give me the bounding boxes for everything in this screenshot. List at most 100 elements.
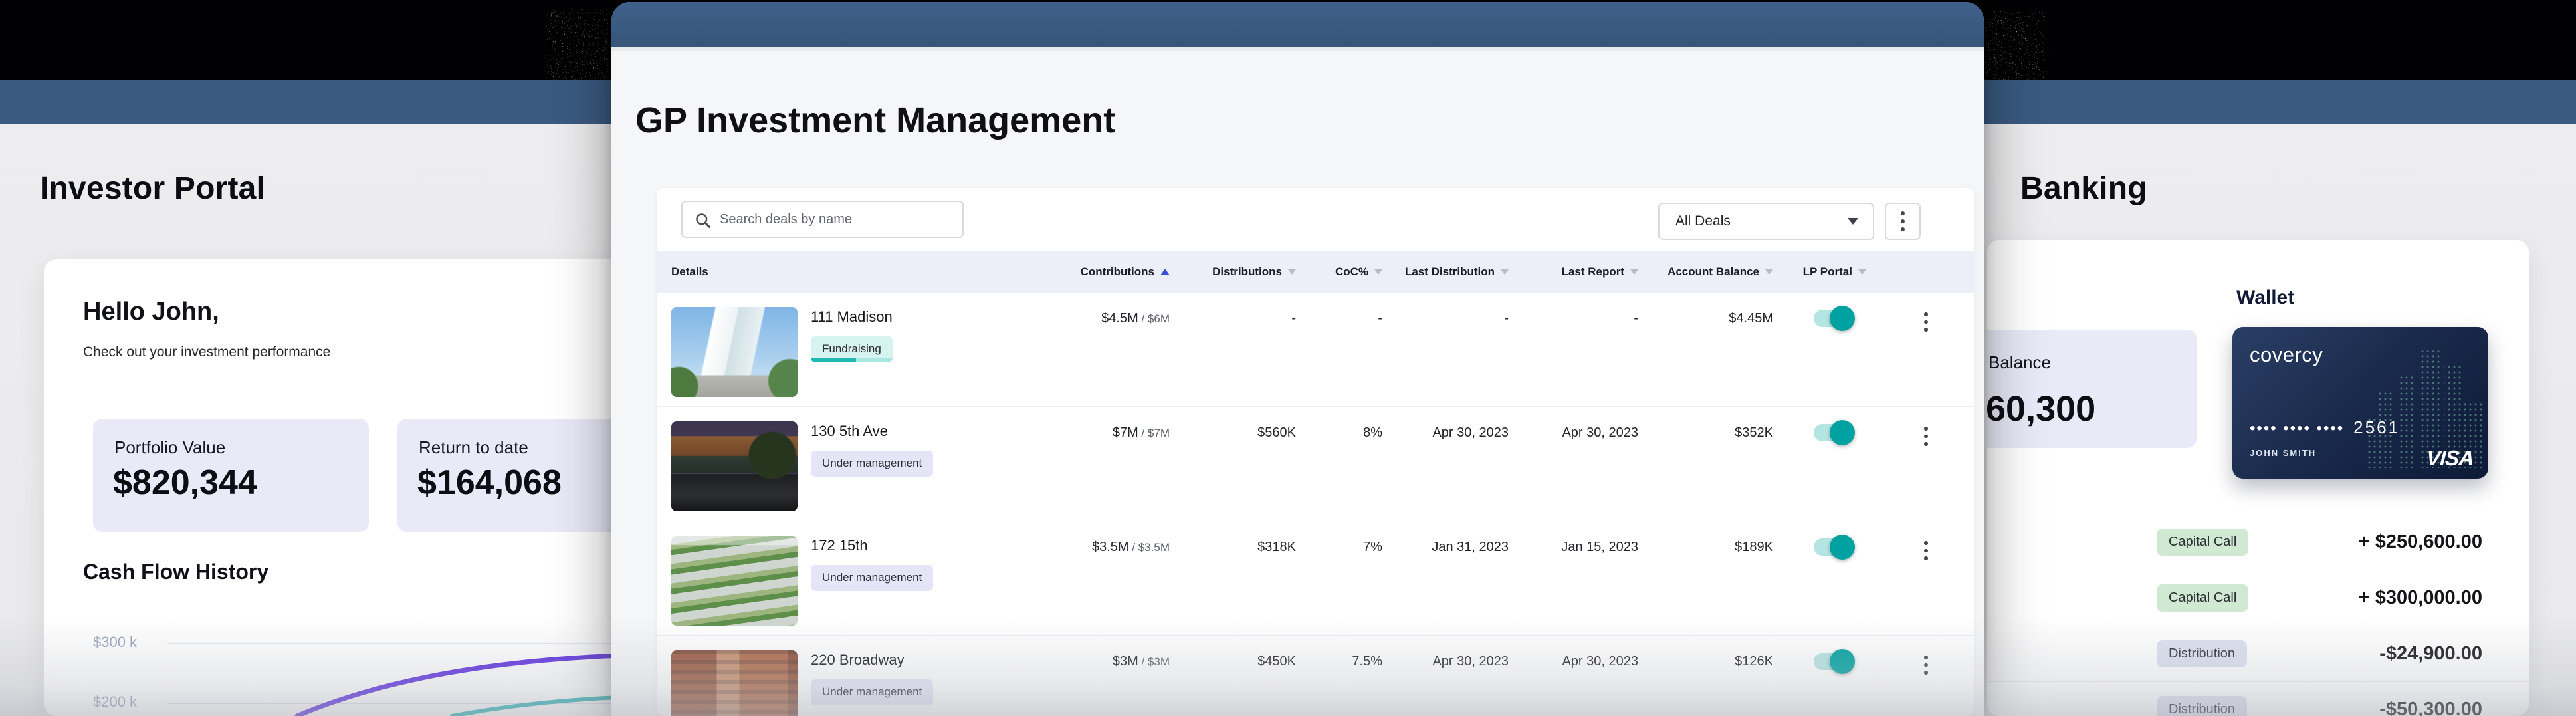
last-report-cell: Apr 30, 2023 xyxy=(1509,636,1638,669)
transaction-amount: -$24,900.00 xyxy=(2379,643,2482,665)
balance-box: Balance 60,300 xyxy=(1987,330,2197,448)
banking-title: Banking xyxy=(2020,170,2147,207)
covercy-logo: covercy xyxy=(2250,343,2323,367)
deal-thumbnail xyxy=(671,421,798,511)
search-input[interactable] xyxy=(720,202,956,237)
deals-filter-select[interactable]: All Deals xyxy=(1658,203,1874,240)
noise-texture xyxy=(1985,11,2045,80)
sort-caret-icon xyxy=(1765,269,1773,275)
sort-caret-icon xyxy=(1858,269,1866,275)
lp-portal-toggle[interactable] xyxy=(1814,538,1852,556)
column-header-last-report[interactable]: Last Report xyxy=(1509,265,1638,279)
deal-thumbnail xyxy=(671,536,798,626)
kebab-icon xyxy=(1924,541,1928,545)
row-options-button[interactable] xyxy=(1917,537,1935,564)
coc-cell: 8% xyxy=(1296,407,1382,441)
transaction-amount: + $250,600.00 xyxy=(2359,531,2482,553)
table-row[interactable]: 220 Broadway Under management $3M / $3M … xyxy=(657,636,1974,716)
column-header-contributions[interactable]: Contributions xyxy=(1057,265,1170,279)
account-balance-cell: $189K xyxy=(1638,521,1773,555)
row-options-button[interactable] xyxy=(1917,423,1935,450)
investor-portal-title: Investor Portal xyxy=(40,170,265,207)
last-report-cell: Jan 15, 2023 xyxy=(1509,521,1638,555)
card-number-masked: •••• •••• •••• xyxy=(2250,419,2344,438)
account-balance-cell: $352K xyxy=(1638,407,1773,441)
kebab-icon xyxy=(1924,312,1928,316)
credit-card[interactable]: covercy •••• •••• •••• 2561 JOHN SMITH V… xyxy=(2232,327,2488,479)
cash-flow-history-title: Cash Flow History xyxy=(83,560,268,584)
column-header-last-distribution[interactable]: Last Distribution xyxy=(1382,265,1509,279)
column-header-coc-[interactable]: CoC% xyxy=(1296,265,1382,279)
lp-portal-toggle[interactable] xyxy=(1814,310,1852,327)
kebab-icon xyxy=(1924,656,1928,659)
gp-title: GP Investment Management xyxy=(635,100,1115,141)
table-header-row: DetailsContributionsDistributionsCoC%Las… xyxy=(657,251,1974,293)
transaction-type-badge: Capital Call xyxy=(2157,584,2248,612)
transaction-amount: -$50,300.00 xyxy=(2379,699,2482,716)
column-header-account-balance[interactable]: Account Balance xyxy=(1638,265,1773,279)
return-to-date-card: Return to date $164,068 xyxy=(397,419,642,532)
last-distribution-cell: Jan 31, 2023 xyxy=(1382,521,1509,555)
toggle-knob xyxy=(1830,306,1855,331)
coc-cell: 7% xyxy=(1296,521,1382,555)
contributions-cell: $3M / $3M xyxy=(1057,636,1170,669)
toggle-knob xyxy=(1830,649,1855,674)
deal-name: 130 5th Ave xyxy=(811,423,933,440)
contributions-cell: $7M / $7M xyxy=(1057,407,1170,441)
gp-window-header xyxy=(611,2,1984,47)
coc-cell: 7.5% xyxy=(1296,636,1382,669)
purple-line xyxy=(297,655,642,716)
row-options-button[interactable] xyxy=(1917,308,1935,336)
stat-label: Portfolio Value xyxy=(114,437,225,458)
table-options-button[interactable] xyxy=(1885,203,1921,240)
deal-thumbnail xyxy=(671,650,798,716)
lp-portal-toggle[interactable] xyxy=(1814,653,1852,670)
deal-status-badge: Under management xyxy=(811,451,933,477)
sort-caret-icon xyxy=(1374,269,1382,275)
account-balance-cell: $4.45M xyxy=(1638,293,1773,326)
last-distribution-cell: - xyxy=(1382,293,1509,326)
row-options-button[interactable] xyxy=(1917,652,1935,679)
sort-ascending-icon xyxy=(1160,269,1170,275)
card-last4: 2561 xyxy=(2353,418,2400,438)
transaction-type-badge: Distribution xyxy=(2157,696,2247,716)
deal-status-badge: Fundraising xyxy=(811,336,893,362)
table-row[interactable]: 111 Madison Fundraising $4.5M / $6M - - … xyxy=(657,293,1974,407)
column-header-lp-portal[interactable]: LP Portal xyxy=(1773,265,1893,279)
table-row[interactable]: 172 15th Under management $3.5M / $3.5M … xyxy=(657,521,1974,636)
balance-value: 60,300 xyxy=(1987,388,2095,429)
transactions-list: Capital Call + $250,600.00 Capital Call … xyxy=(1987,515,2529,716)
transaction-amount: + $300,000.00 xyxy=(2359,587,2482,609)
card-holder-name: JOHN SMITH xyxy=(2250,448,2316,458)
toggle-knob xyxy=(1830,420,1855,445)
stat-label: Return to date xyxy=(419,437,528,458)
last-distribution-cell: Apr 30, 2023 xyxy=(1382,407,1509,441)
sort-caret-icon xyxy=(1501,269,1509,275)
deals-table-card: All Deals DetailsContributionsDistributi… xyxy=(657,188,1974,716)
chevron-down-icon xyxy=(1848,218,1858,225)
coc-cell: - xyxy=(1296,293,1382,326)
banking-card: Wallet Balance 60,300 covercy •••• •••• … xyxy=(1987,240,2529,716)
transaction-row: Capital Call + $250,600.00 xyxy=(1987,515,2529,570)
balance-label: Balance xyxy=(1988,352,2051,373)
toggle-knob xyxy=(1830,535,1855,560)
kebab-icon xyxy=(1924,427,1928,431)
sort-caret-icon xyxy=(1630,269,1638,275)
deal-name: 220 Broadway xyxy=(811,652,933,669)
table-row[interactable]: 130 5th Ave Under management $7M / $7M $… xyxy=(657,407,1974,521)
deal-details-cell: 172 15th Under management xyxy=(671,521,1057,626)
deal-status-badge: Under management xyxy=(811,565,933,591)
lp-portal-toggle[interactable] xyxy=(1814,424,1852,441)
sort-caret-icon xyxy=(1288,269,1296,275)
contributions-cell: $4.5M / $6M xyxy=(1057,293,1170,326)
distributions-cell: - xyxy=(1170,293,1296,326)
card-number: •••• •••• •••• 2561 xyxy=(2250,418,2400,438)
account-balance-cell: $126K xyxy=(1638,636,1773,669)
column-header-distributions[interactable]: Distributions xyxy=(1170,265,1296,279)
column-header-details: Details xyxy=(671,265,1057,279)
deal-name: 172 15th xyxy=(811,537,933,554)
deal-name: 111 Madison xyxy=(811,308,893,326)
transaction-type-badge: Distribution xyxy=(2157,640,2247,667)
deal-thumbnail xyxy=(671,307,798,397)
cash-flow-chart xyxy=(44,592,642,716)
